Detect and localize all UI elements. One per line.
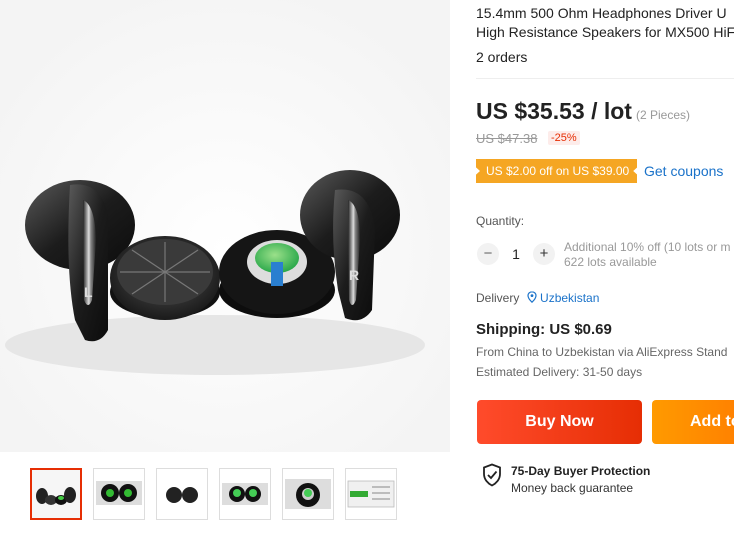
delivery-row: Delivery Uzbekistan <box>476 291 599 305</box>
delivery-label: Delivery <box>476 291 520 305</box>
quantity-value[interactable]: 1 <box>508 246 524 262</box>
quantity-decrease-button[interactable]: − <box>477 243 499 265</box>
thumbnail-image <box>346 469 396 519</box>
quantity-note: Additional 10% off (10 lots or m 622 lot… <box>564 240 731 270</box>
shipping-title: Shipping: US $0.69 <box>476 321 612 338</box>
svg-text:R: R <box>349 267 359 283</box>
coupon-badge: US $2.00 off on US $39.00 <box>476 159 637 183</box>
thumbnail-image <box>157 469 207 519</box>
product-title: 15.4mm 500 Ohm Headphones Driver U High … <box>476 4 734 42</box>
thumbnail-3[interactable] <box>156 468 208 520</box>
get-coupons-link[interactable]: Get coupons <box>644 163 723 179</box>
estimated-delivery: Estimated Delivery: 31-50 days <box>476 365 643 379</box>
thumbnail-image <box>283 469 333 519</box>
pieces-count: (2 Pieces) <box>635 108 690 122</box>
buy-now-button[interactable]: Buy Now <box>477 400 642 444</box>
location-pin-icon <box>527 291 537 304</box>
shield-check-icon <box>483 463 501 487</box>
thumbnail-5[interactable] <box>282 468 334 520</box>
availability-text: 622 lots available <box>564 255 657 269</box>
delivery-location: Uzbekistan <box>540 291 600 305</box>
buyer-protection-subtitle: Money back guarantee <box>511 481 634 495</box>
discount-badge: -25% <box>548 131 580 145</box>
thumbnail-image <box>220 469 270 519</box>
delivery-location-link[interactable]: Uzbekistan <box>523 291 600 305</box>
quantity-label: Quantity: <box>476 214 525 228</box>
product-title-line-2: High Resistance Speakers for MX500 HiF <box>476 24 734 40</box>
add-to-cart-button[interactable]: Add to <box>652 400 734 444</box>
price: US $35.53 / lot (2 Pieces) <box>476 98 690 125</box>
orders-count: 2 orders <box>476 49 528 65</box>
buyer-protection-title: 75-Day Buyer Protection <box>511 464 651 478</box>
product-title-line-1: 15.4mm 500 Ohm Headphones Driver U <box>476 5 727 21</box>
thumbnail-strip <box>30 468 397 520</box>
divider <box>476 78 734 79</box>
thumbnail-2[interactable] <box>93 468 145 520</box>
shipping-route: From China to Uzbekistan via AliExpress … <box>476 345 728 359</box>
thumbnail-image <box>94 469 144 519</box>
price-value: US $35.53 / lot <box>476 98 632 124</box>
thumbnail-1[interactable] <box>30 468 82 520</box>
main-product-image[interactable]: L R <box>0 0 450 452</box>
thumbnail-6[interactable] <box>345 468 397 520</box>
original-price: US $47.38 <box>476 131 538 146</box>
svg-text:L: L <box>84 284 93 300</box>
bulk-discount-text: Additional 10% off (10 lots or m <box>564 240 731 254</box>
thumbnail-image <box>32 470 80 518</box>
quantity-increase-button[interactable]: + <box>533 243 555 265</box>
protection-shield <box>482 463 502 492</box>
thumbnail-4[interactable] <box>219 468 271 520</box>
earphones-image: L R <box>0 0 450 452</box>
